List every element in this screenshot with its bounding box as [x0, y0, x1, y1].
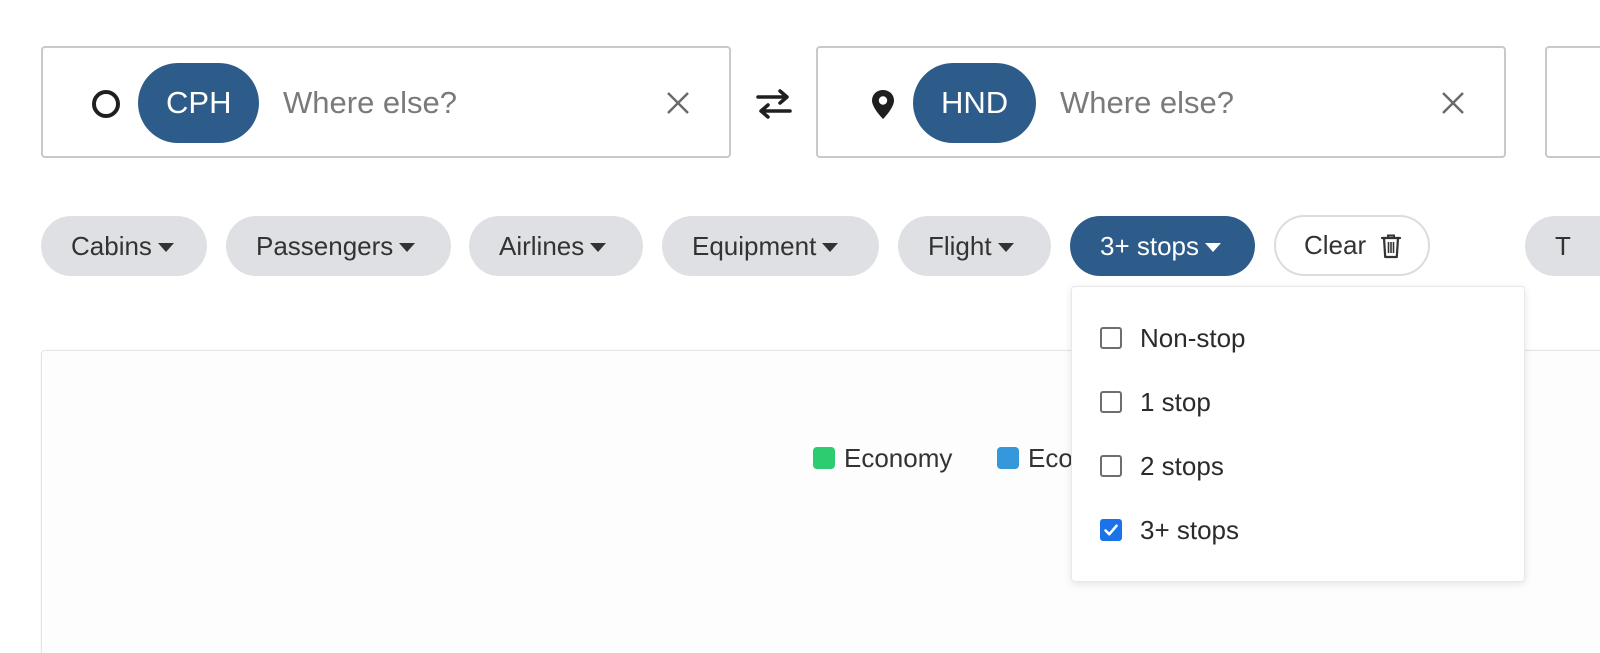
passengers-filter-label: Passengers: [256, 231, 394, 261]
cabins-filter-button[interactable]: Cabins: [41, 216, 207, 276]
caret-down-icon: [399, 243, 416, 252]
cabins-filter-label: Cabins: [71, 231, 152, 261]
equipment-filter-button[interactable]: Equipment: [662, 216, 879, 276]
passengers-filter-button[interactable]: Passengers: [226, 216, 451, 276]
trash-icon: [1380, 234, 1402, 259]
date-search-box[interactable]: [1545, 46, 1600, 158]
clear-filters-button[interactable]: Clear: [1274, 215, 1430, 276]
map-pin-icon: [872, 90, 894, 119]
close-icon[interactable]: [663, 88, 693, 118]
stops-option-2-stops[interactable]: 2 stops: [1100, 449, 1500, 489]
caret-down-icon: [157, 243, 174, 252]
stops-option-3-plus-stops[interactable]: 3+ stops: [1100, 513, 1500, 553]
flight-filter-label: Flight: [928, 231, 992, 261]
clear-filters-label: Clear: [1304, 230, 1367, 260]
stops-filter-button[interactable]: 3+ stops: [1070, 216, 1255, 276]
caret-down-icon: [1205, 243, 1222, 252]
legend-label: Eco: [1028, 443, 1073, 473]
checkbox[interactable]: [1100, 327, 1122, 349]
caret-down-icon: [590, 243, 607, 252]
destination-input[interactable]: [1060, 78, 1420, 128]
stops-option-non-stop[interactable]: Non-stop: [1100, 321, 1500, 361]
option-label: 3+ stops: [1140, 515, 1240, 545]
option-label: 2 stops: [1140, 451, 1224, 481]
swap-arrows-icon[interactable]: [754, 84, 794, 124]
stops-option-1-stop[interactable]: 1 stop: [1100, 385, 1500, 425]
equipment-filter-label: Equipment: [692, 231, 817, 261]
more-filter-label: T: [1555, 231, 1571, 261]
caret-down-icon: [822, 243, 839, 252]
origin-airport-pill[interactable]: CPH: [138, 63, 260, 143]
destination-search-box[interactable]: HND: [816, 46, 1506, 158]
flight-filter-button[interactable]: Flight: [898, 216, 1051, 276]
more-filter-button[interactable]: T: [1525, 216, 1600, 276]
stops-dropdown: Non-stop 1 stop 2 stops 3+ stops: [1071, 286, 1525, 582]
legend-label: Economy: [844, 443, 953, 473]
option-label: Non-stop: [1140, 323, 1246, 353]
origin-input[interactable]: [283, 78, 643, 128]
check-icon: [1104, 524, 1118, 536]
destination-airport-pill[interactable]: HND: [913, 63, 1037, 143]
origin-search-box[interactable]: CPH: [41, 46, 731, 158]
checkbox-checked[interactable]: [1100, 519, 1122, 541]
flight-search-page: CPH HND Cabins Passengers Airlines: [0, 0, 1600, 653]
legend-swatch: [997, 447, 1019, 469]
circle-outline-icon: [92, 90, 120, 118]
airlines-filter-label: Airlines: [499, 231, 585, 261]
option-label: 1 stop: [1140, 387, 1211, 417]
checkbox[interactable]: [1100, 391, 1122, 413]
legend-swatch: [813, 447, 835, 469]
caret-down-icon: [997, 243, 1014, 252]
close-icon[interactable]: [1438, 88, 1468, 118]
airlines-filter-button[interactable]: Airlines: [469, 216, 643, 276]
checkbox[interactable]: [1100, 455, 1122, 477]
stops-filter-label: 3+ stops: [1100, 231, 1200, 261]
